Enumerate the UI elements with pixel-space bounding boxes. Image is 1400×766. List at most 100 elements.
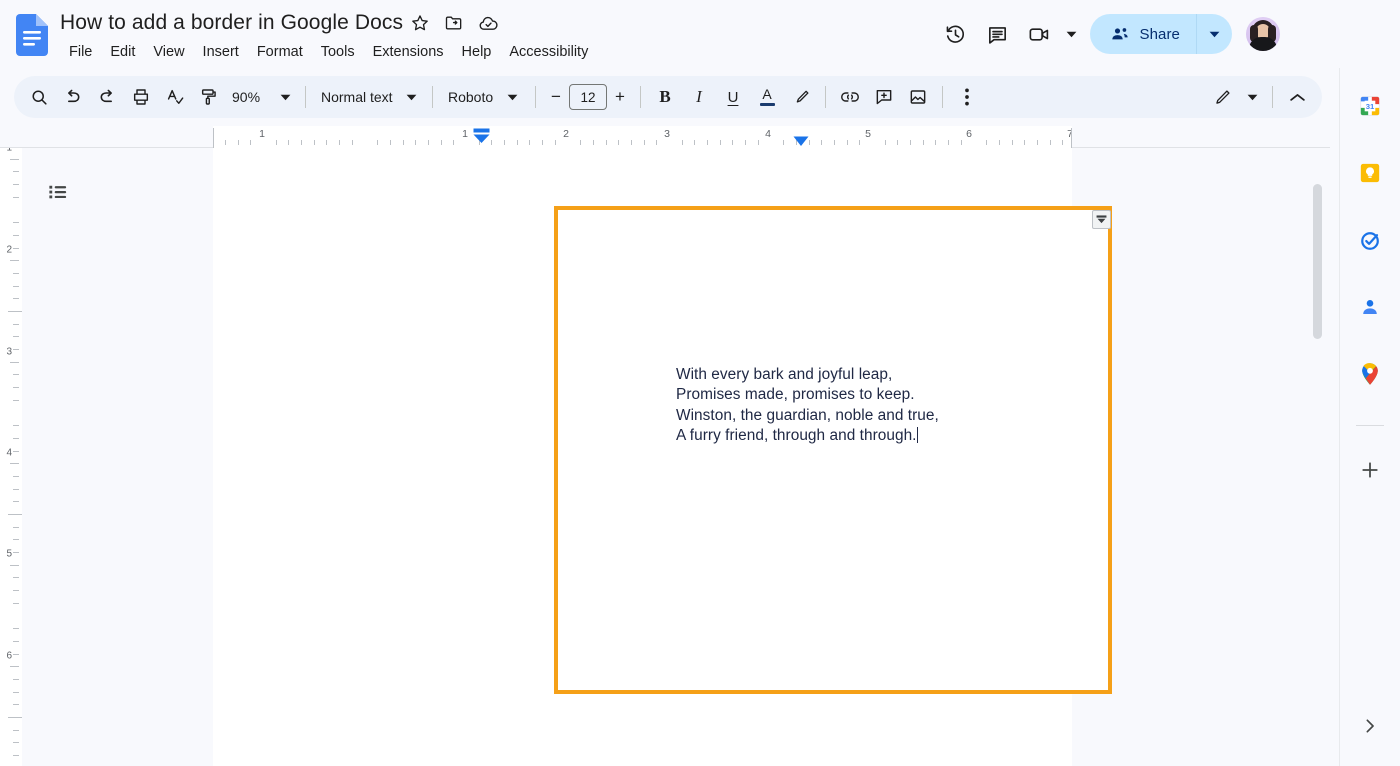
ruler-tick <box>961 140 962 145</box>
ruler-tick <box>13 501 19 502</box>
add-side-panel-app-button[interactable] <box>1350 450 1390 490</box>
toolbar-divider <box>942 86 943 108</box>
document-body-text[interactable]: With every bark and joyful leap, Promise… <box>676 365 939 447</box>
search-icon[interactable] <box>22 80 56 114</box>
more-options-icon[interactable] <box>950 80 984 114</box>
ruler-tick <box>694 140 695 145</box>
editing-pencil-icon[interactable] <box>1205 80 1239 114</box>
google-calendar-icon[interactable]: 31 <box>1350 86 1390 126</box>
version-history-icon[interactable] <box>934 13 976 55</box>
decrease-font-size-button[interactable]: − <box>543 82 569 112</box>
menu-item-file[interactable]: File <box>60 40 101 64</box>
zoom-control[interactable]: 90% <box>226 82 298 112</box>
document-page[interactable]: With every bark and joyful leap, Promise… <box>213 148 1112 766</box>
zoom-chevron-down-icon[interactable] <box>272 82 298 112</box>
account-avatar[interactable] <box>1246 17 1280 51</box>
ruler-tick <box>13 628 19 629</box>
menu-item-accessibility[interactable]: Accessibility <box>500 40 597 64</box>
show-document-outline-icon[interactable] <box>38 172 78 212</box>
right-indent-marker[interactable] <box>793 134 809 146</box>
highlight-pen-icon[interactable] <box>784 80 818 114</box>
bordered-text-box[interactable]: With every bark and joyful leap, Promise… <box>554 206 1112 694</box>
ruler-tick <box>13 552 19 553</box>
table-cell-options-icon[interactable] <box>1092 210 1111 229</box>
menu-item-extensions[interactable]: Extensions <box>364 40 453 64</box>
print-icon[interactable] <box>124 80 158 114</box>
add-comment-icon[interactable] <box>867 80 901 114</box>
ruler-tick <box>415 140 416 145</box>
paragraph-style-chevron-down-icon[interactable] <box>399 82 425 112</box>
ruler-tick <box>13 527 19 528</box>
ruler-page-edge <box>213 128 214 148</box>
redo-icon[interactable] <box>90 80 124 114</box>
font-family-dropdown[interactable]: Roboto <box>440 82 528 112</box>
toolbar-divider <box>1272 86 1273 108</box>
share-button[interactable]: Share <box>1090 14 1196 54</box>
increase-font-size-button[interactable]: + <box>607 82 633 112</box>
meet-chevron-down-icon[interactable] <box>1060 13 1082 55</box>
underline-button[interactable]: U <box>716 80 750 114</box>
google-keep-icon[interactable] <box>1350 153 1390 193</box>
editing-mode-chevron-down-icon[interactable] <box>1239 82 1265 112</box>
ruler-major-tick <box>8 311 22 312</box>
ruler-tick <box>809 140 810 145</box>
ruler-tick <box>999 140 1000 145</box>
menu-item-edit[interactable]: Edit <box>101 40 144 64</box>
paint-format-icon[interactable] <box>192 80 226 114</box>
collapse-toolbar-chevron-up-icon[interactable] <box>1280 80 1314 114</box>
meet-camera-icon[interactable] <box>1018 13 1060 55</box>
ruler-tick <box>1050 140 1051 145</box>
toolbar-divider <box>432 86 433 108</box>
app-header: How to add a border in Google Docs File … <box>0 0 1340 68</box>
menu-item-insert[interactable]: Insert <box>194 40 248 64</box>
cloud-saved-icon[interactable] <box>471 6 505 40</box>
google-docs-logo-icon[interactable] <box>16 14 48 56</box>
ruler-tick <box>10 666 19 667</box>
side-panel-divider-line <box>1356 425 1384 426</box>
insert-link-icon[interactable] <box>833 80 867 114</box>
spellcheck-icon[interactable] <box>158 80 192 114</box>
share-chevron-down-icon[interactable] <box>1196 14 1232 54</box>
left-indent-marker[interactable] <box>473 128 490 144</box>
body-line-4-wrap: A furry friend, through and through. <box>676 426 939 446</box>
menu-item-help[interactable]: Help <box>453 40 501 64</box>
google-maps-icon[interactable] <box>1350 354 1390 394</box>
ruler-tick <box>13 184 19 185</box>
ruler-tick <box>758 140 759 145</box>
body-line-1: With every bark and joyful leap, <box>676 366 893 383</box>
star-icon[interactable] <box>403 6 437 40</box>
undo-icon[interactable] <box>56 80 90 114</box>
text-color-button[interactable]: A <box>750 80 784 114</box>
ruler-tick <box>13 489 19 490</box>
font-family-chevron-down-icon[interactable] <box>499 82 525 112</box>
expand-side-panel-chevron-right-icon[interactable] <box>1350 706 1390 746</box>
ruler-number: 4 <box>765 128 771 140</box>
ruler-tick <box>453 140 454 145</box>
ruler-tick <box>10 565 19 566</box>
menu-item-format[interactable]: Format <box>248 40 312 64</box>
ruler-tick <box>529 140 530 145</box>
google-contacts-icon[interactable] <box>1350 287 1390 327</box>
ruler-tick <box>441 140 442 145</box>
ruler-tick <box>834 140 835 145</box>
move-to-folder-icon[interactable] <box>437 6 471 40</box>
ruler-tick <box>644 140 645 145</box>
ruler-tick <box>720 140 721 145</box>
body-line-2: Promises made, promises to keep. <box>676 386 915 404</box>
font-size-input[interactable]: 12 <box>569 84 607 110</box>
comment-history-icon[interactable] <box>976 13 1018 55</box>
ruler-tick <box>13 654 19 655</box>
paragraph-style-dropdown[interactable]: Normal text <box>313 82 425 112</box>
menu-item-tools[interactable]: Tools <box>312 40 364 64</box>
menu-item-view[interactable]: View <box>144 40 193 64</box>
italic-button[interactable]: I <box>682 80 716 114</box>
vertical-ruler[interactable]: 1 2 3 4 5 6 <box>0 148 22 766</box>
ruler-tick <box>13 248 19 249</box>
document-title[interactable]: How to add a border in Google Docs <box>60 9 403 37</box>
google-tasks-icon[interactable] <box>1350 220 1390 260</box>
vertical-scrollbar[interactable] <box>1313 184 1322 339</box>
insert-image-icon[interactable] <box>901 80 935 114</box>
bold-button[interactable]: B <box>648 80 682 114</box>
title-row: How to add a border in Google Docs <box>60 6 505 40</box>
ruler-tick <box>13 235 19 236</box>
